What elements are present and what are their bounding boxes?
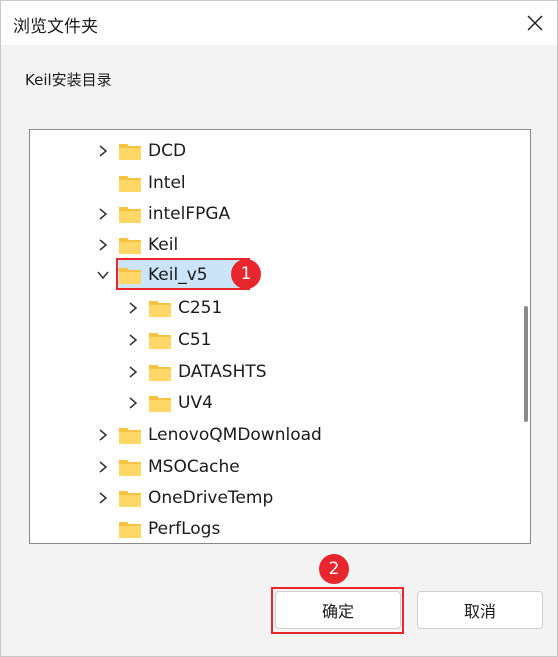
chevron-down-icon[interactable]	[96, 268, 110, 282]
tree-item[interactable]: Intel	[96, 168, 186, 198]
tree-item[interactable]: LenovoQMDownload	[96, 420, 322, 450]
tree-item[interactable]: MSOCache	[96, 452, 240, 482]
tree-item-label: MSOCache	[148, 457, 240, 477]
close-icon	[527, 15, 543, 31]
tree-item[interactable]: Keil	[96, 230, 178, 260]
chevron-right-icon[interactable]	[96, 428, 110, 442]
cancel-button[interactable]: 取消	[417, 591, 543, 629]
tree-item[interactable]: OneDriveTemp	[96, 483, 273, 513]
chevron-right-icon[interactable]	[96, 144, 110, 158]
dialog-title: 浏览文件夹	[13, 17, 98, 37]
tree-item[interactable]: DCD	[96, 136, 186, 166]
browse-folder-dialog: 浏览文件夹 Keil安装目录 DCD Intel intelFPGA Keil …	[0, 0, 558, 657]
chevron-right-icon[interactable]	[96, 460, 110, 474]
title-bar: 浏览文件夹	[1, 1, 557, 45]
tree-item[interactable]: UV4	[126, 388, 213, 418]
tree-item[interactable]: DATASHTS	[126, 357, 267, 387]
folder-icon	[119, 491, 141, 507]
folder-icon	[119, 144, 141, 160]
dialog-description: Keil安装目录	[25, 71, 112, 89]
chevron-right-icon[interactable]	[126, 301, 140, 315]
tree-item[interactable]: C251	[126, 293, 222, 323]
tree-item-label: C251	[178, 298, 223, 318]
tree-item[interactable]: intelFPGA	[96, 199, 230, 229]
chevron-right-icon[interactable]	[96, 491, 110, 505]
folder-icon	[119, 428, 141, 444]
tree-item-label: Keil	[148, 235, 179, 255]
step-2-badge: 2	[319, 554, 349, 584]
folder-icon	[119, 460, 141, 476]
tree-item-label: LenovoQMDownload	[148, 425, 322, 445]
chevron-right-icon[interactable]	[96, 238, 110, 252]
folder-icon	[119, 522, 141, 538]
ok-button[interactable]: 确定	[275, 591, 401, 629]
close-button[interactable]	[523, 11, 547, 35]
folder-icon	[149, 301, 171, 317]
chevron-right-icon[interactable]	[126, 396, 140, 410]
tree-item-label: DATASHTS	[178, 362, 267, 382]
tree-item-label: DCD	[148, 141, 187, 161]
tree-item-selected[interactable]: Keil_v5	[96, 260, 208, 290]
folder-icon	[149, 333, 171, 349]
vertical-scrollbar[interactable]	[524, 306, 528, 422]
tree-item-label: Intel	[148, 173, 186, 193]
chevron-right-icon[interactable]	[96, 207, 110, 221]
chevron-right-icon[interactable]	[126, 333, 140, 347]
step-1-badge: 1	[231, 259, 261, 289]
folder-icon	[149, 396, 171, 412]
chevron-right-icon[interactable]	[126, 365, 140, 379]
tree-item[interactable]: PerfLogs	[96, 514, 221, 543]
tree-item[interactable]: C51	[126, 325, 212, 355]
tree-item-label: UV4	[178, 393, 213, 413]
tree-item-label: Keil_v5	[148, 265, 208, 285]
tree-item-label: PerfLogs	[148, 519, 221, 539]
tree-item-label: OneDriveTemp	[148, 488, 274, 508]
folder-icon	[149, 365, 171, 381]
folder-open-icon	[119, 268, 141, 284]
tree-item-label: intelFPGA	[148, 204, 231, 224]
folder-tree[interactable]: DCD Intel intelFPGA Keil Keil_v5 C251 C5…	[29, 129, 531, 544]
folder-icon	[119, 176, 141, 192]
tree-item-label: C51	[178, 330, 212, 350]
folder-icon	[119, 207, 141, 223]
folder-icon	[119, 238, 141, 254]
